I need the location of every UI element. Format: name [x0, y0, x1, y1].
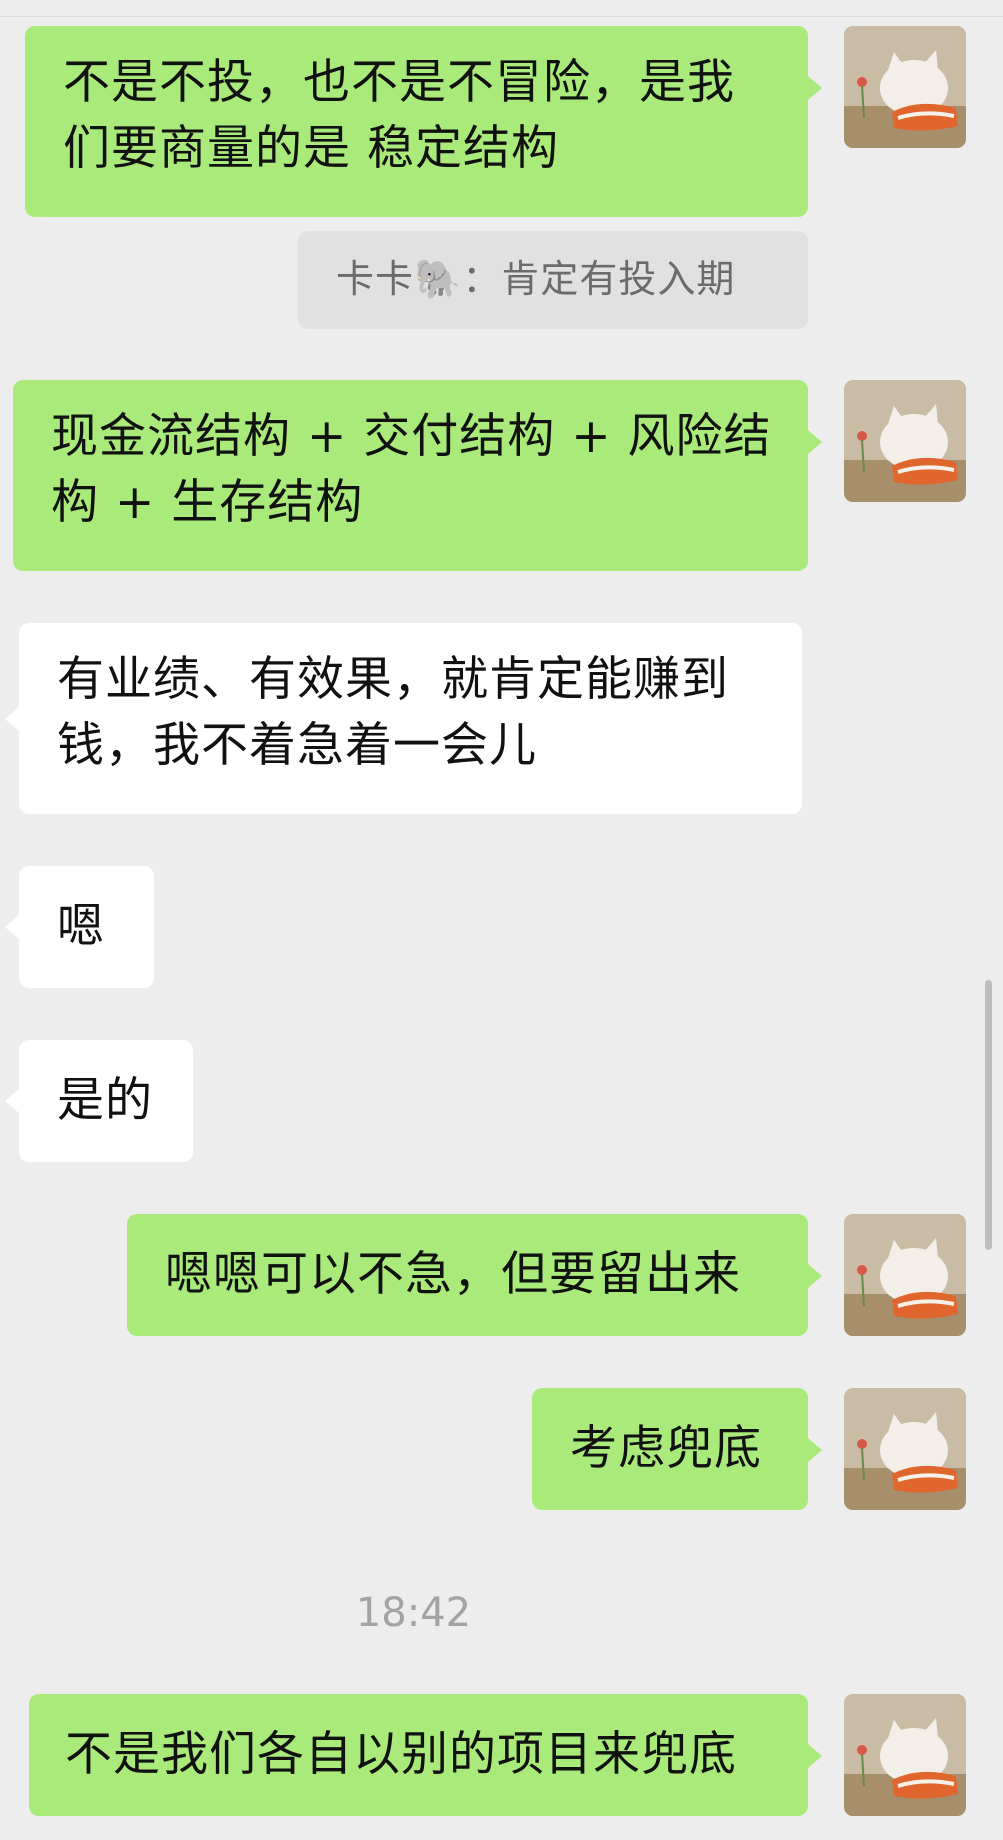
top-divider — [0, 16, 1003, 17]
cat-avatar-icon — [844, 380, 966, 502]
outgoing-message[interactable]: 不是我们各自以别的项目来兜底 — [29, 1694, 822, 1816]
avatar[interactable] — [844, 1388, 966, 1510]
message-text: 有业绩、有效果，就肯定能赚到钱，我不着急着一会儿 — [57, 652, 729, 773]
outgoing-message[interactable]: 考虑兜底 — [532, 1388, 822, 1510]
message-text: 不是我们各自以别的项目来兜底 — [65, 1727, 737, 1782]
message-text: 嗯 — [57, 899, 105, 954]
avatar[interactable] — [844, 1214, 966, 1336]
outgoing-message[interactable]: 现金流结构 + 交付结构 + 风险结构 + 生存结构 — [13, 380, 822, 571]
incoming-message[interactable]: 是的 — [5, 1040, 193, 1162]
outgoing-message[interactable]: 不是不投，也不是不冒险，是我们要商量的是 稳定结构 — [25, 26, 822, 217]
message-text: 是的 — [57, 1073, 153, 1128]
quote-text: 卡卡🐘：肯定有投入期 — [336, 257, 736, 301]
message-text: 嗯嗯可以不急，但要留出来 — [165, 1247, 741, 1302]
message-text: 现金流结构 + 交付结构 + 风险结构 + 生存结构 — [51, 409, 772, 530]
message-timestamp: 18:42 — [355, 1590, 472, 1636]
cat-avatar-icon — [844, 1388, 966, 1510]
avatar[interactable] — [844, 380, 966, 502]
avatar[interactable] — [844, 1694, 966, 1816]
cat-avatar-icon — [844, 1214, 966, 1336]
scrollbar[interactable] — [985, 980, 992, 1250]
message-text: 不是不投，也不是不冒险，是我们要商量的是 稳定结构 — [63, 55, 735, 176]
quoted-message[interactable]: 卡卡🐘：肯定有投入期 — [298, 231, 808, 329]
cat-avatar-icon — [844, 1694, 966, 1816]
incoming-message[interactable]: 嗯 — [5, 866, 154, 988]
message-text: 考虑兜底 — [570, 1421, 762, 1476]
cat-avatar-icon — [844, 26, 966, 148]
incoming-message[interactable]: 有业绩、有效果，就肯定能赚到钱，我不着急着一会儿 — [5, 623, 802, 814]
outgoing-message[interactable]: 嗯嗯可以不急，但要留出来 — [127, 1214, 822, 1336]
avatar[interactable] — [844, 26, 966, 148]
